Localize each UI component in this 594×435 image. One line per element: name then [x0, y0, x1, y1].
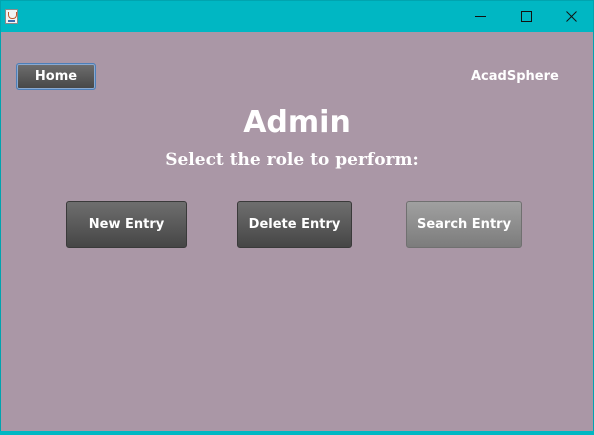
close-button[interactable] [548, 1, 594, 32]
maximize-button[interactable] [503, 1, 549, 32]
brand-label: AcadSphere [471, 69, 559, 84]
window-bottom-border [0, 431, 594, 435]
search-entry-button[interactable]: Search Entry [406, 201, 522, 248]
delete-entry-button[interactable]: Delete Entry [237, 201, 352, 248]
page-subtitle: Select the role to perform: [165, 150, 419, 170]
java-cup-icon [5, 9, 18, 24]
title-bar[interactable] [1, 1, 593, 32]
close-icon [566, 11, 577, 22]
minimize-button[interactable] [457, 1, 503, 32]
page-title: Admin [243, 105, 351, 140]
app-window: Home AcadSphere Admin Select the role to… [0, 0, 594, 435]
new-entry-button[interactable]: New Entry [66, 201, 187, 248]
home-button[interactable]: Home [16, 63, 96, 90]
admin-panel: Home AcadSphere Admin Select the role to… [1, 32, 593, 432]
